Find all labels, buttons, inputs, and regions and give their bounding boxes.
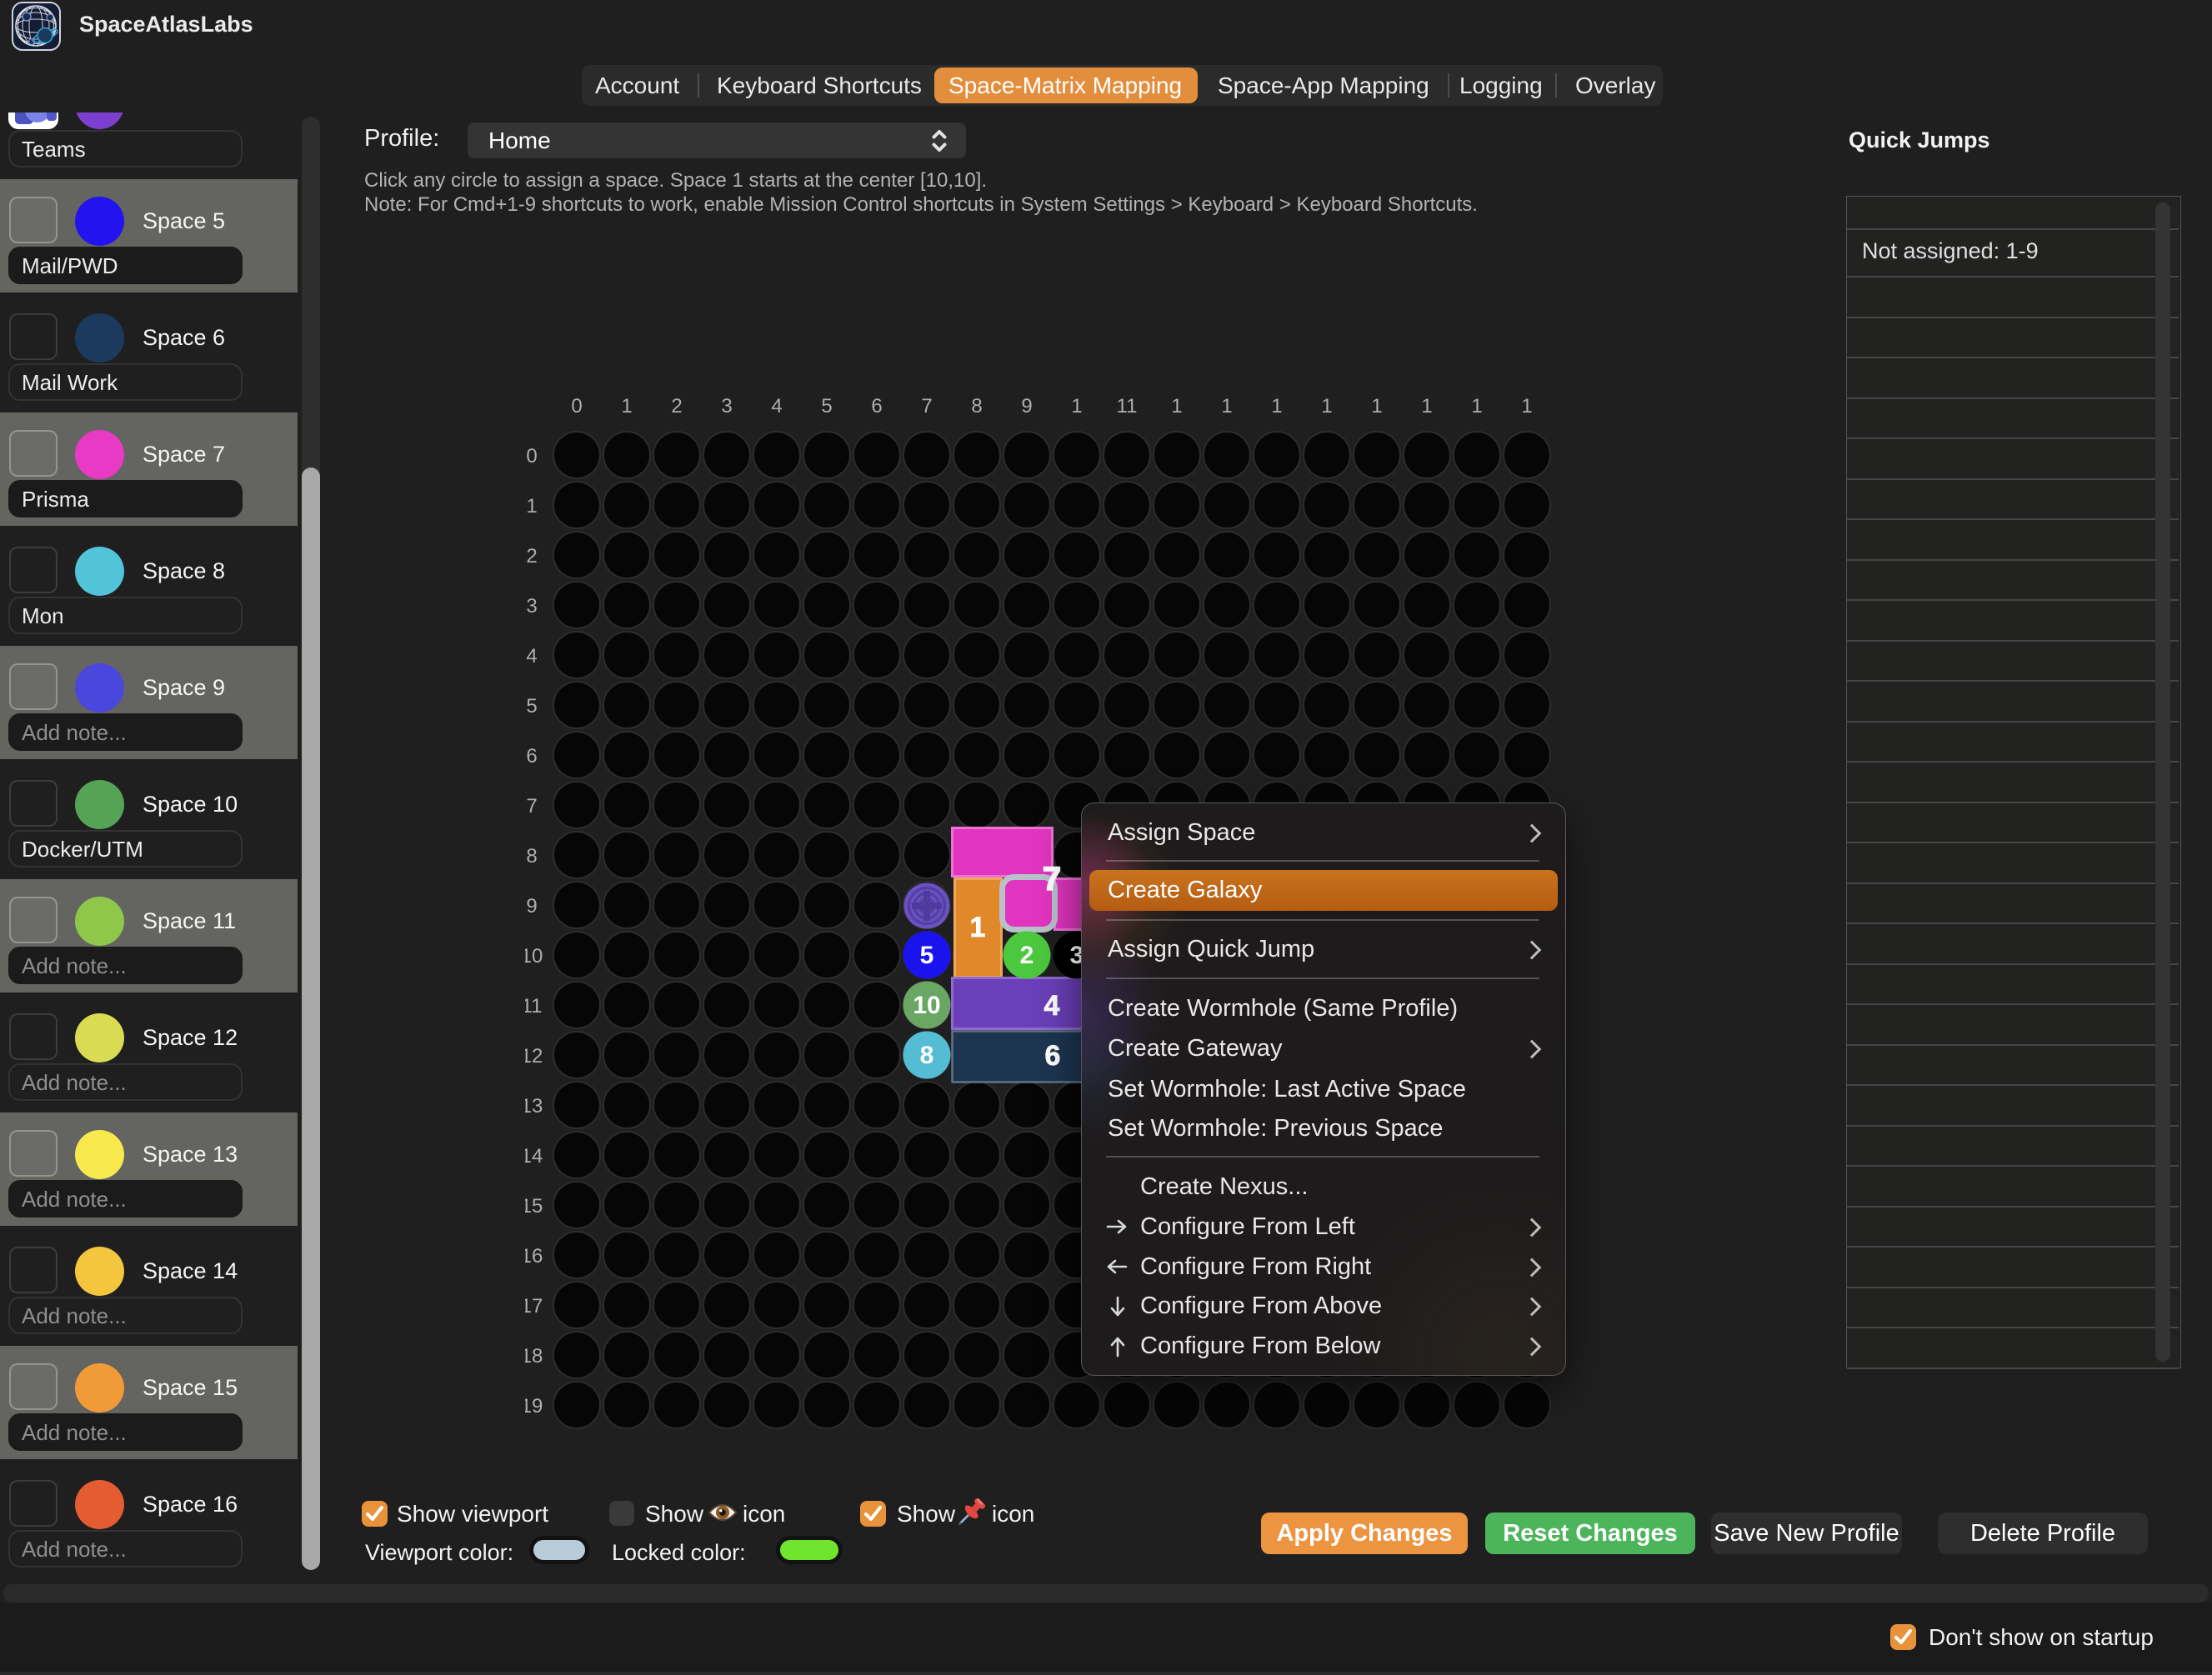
svg-text:1: 1 [1271, 395, 1282, 418]
svg-text:5: 5 [526, 695, 537, 718]
svg-text:1: 1 [1321, 395, 1332, 418]
svg-text:19: 19 [525, 1395, 543, 1418]
svg-text:1: 1 [1371, 395, 1382, 418]
svg-text:4: 4 [771, 395, 782, 418]
svg-text:15: 15 [525, 1195, 543, 1218]
svg-text:13: 13 [525, 1095, 543, 1118]
svg-text:7: 7 [1043, 861, 1061, 898]
svg-text:1: 1 [970, 912, 986, 943]
svg-text:6: 6 [526, 745, 537, 768]
svg-text:2: 2 [671, 395, 682, 418]
svg-text:1: 1 [1071, 395, 1082, 418]
svg-text:9: 9 [1021, 395, 1032, 418]
svg-text:11: 11 [525, 995, 542, 1018]
svg-text:5: 5 [821, 395, 832, 418]
svg-text:4: 4 [526, 645, 537, 668]
svg-text:1: 1 [526, 495, 537, 518]
svg-text:0: 0 [526, 445, 537, 468]
svg-text:11: 11 [1117, 395, 1138, 418]
svg-text:8: 8 [526, 845, 537, 868]
svg-text:7: 7 [526, 795, 537, 818]
svg-text:3: 3 [526, 595, 537, 618]
svg-text:1: 1 [1221, 395, 1232, 418]
svg-text:1: 1 [1471, 395, 1482, 418]
svg-text:3: 3 [721, 395, 732, 418]
svg-text:17: 17 [525, 1295, 543, 1318]
svg-text:1: 1 [1171, 395, 1182, 418]
svg-text:2: 2 [1020, 942, 1034, 969]
svg-text:10: 10 [913, 992, 940, 1019]
svg-text:0: 0 [571, 395, 582, 418]
svg-text:6: 6 [1045, 1040, 1061, 1072]
svg-text:4: 4 [1044, 990, 1060, 1022]
svg-text:8: 8 [920, 1042, 934, 1069]
svg-text:10: 10 [525, 945, 543, 968]
svg-text:2: 2 [526, 545, 537, 568]
svg-text:12: 12 [525, 1045, 543, 1068]
svg-text:7: 7 [921, 395, 932, 418]
svg-text:16: 16 [525, 1245, 543, 1268]
svg-text:5: 5 [920, 942, 934, 969]
svg-text:18: 18 [525, 1345, 543, 1368]
svg-text:9: 9 [526, 895, 537, 918]
svg-text:14: 14 [525, 1145, 543, 1168]
svg-text:1: 1 [1521, 395, 1532, 418]
svg-text:1: 1 [1421, 395, 1432, 418]
svg-text:1: 1 [621, 395, 632, 418]
svg-text:8: 8 [971, 395, 982, 418]
svg-text:6: 6 [871, 395, 882, 418]
